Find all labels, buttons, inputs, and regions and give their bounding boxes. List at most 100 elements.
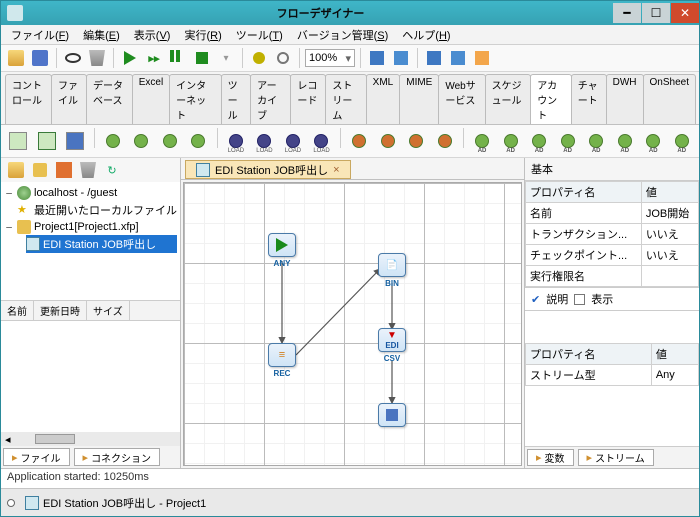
tab-7[interactable]: レコード bbox=[290, 74, 326, 124]
list-body[interactable] bbox=[1, 321, 180, 433]
palette-item[interactable]: AD bbox=[640, 128, 667, 154]
tab-12[interactable]: スケジュール bbox=[485, 74, 532, 124]
break-clear[interactable] bbox=[272, 47, 294, 69]
tab-16[interactable]: OnSheet bbox=[643, 74, 696, 124]
col-header[interactable]: サイズ bbox=[87, 301, 130, 320]
layout-e[interactable] bbox=[471, 47, 493, 69]
layout-c[interactable] bbox=[423, 47, 445, 69]
lp-tool[interactable]: ↻ bbox=[101, 159, 123, 181]
flow-canvas[interactable]: ANY 📄 BIN ≡ REC ▼EDI CSV bbox=[183, 182, 522, 466]
menu-e[interactable]: 編集(E) bbox=[77, 26, 126, 44]
palette-item[interactable] bbox=[157, 128, 184, 154]
menu-t[interactable]: ツール(T) bbox=[230, 26, 289, 44]
layout-b[interactable] bbox=[390, 47, 412, 69]
tab-8[interactable]: ストリーム bbox=[325, 74, 366, 124]
stop-button[interactable] bbox=[191, 47, 213, 69]
maximize-button[interactable]: ☐ bbox=[642, 3, 670, 23]
palette-item[interactable] bbox=[374, 128, 401, 154]
palette-button[interactable] bbox=[86, 47, 108, 69]
palette-item[interactable]: AD bbox=[469, 128, 496, 154]
prop-row[interactable]: トランザクション...いいえ bbox=[526, 224, 699, 245]
palette-item[interactable]: AD bbox=[669, 128, 696, 154]
palette-item[interactable]: LOAD bbox=[223, 128, 250, 154]
tab-4[interactable]: インターネット bbox=[169, 74, 222, 124]
run-button[interactable] bbox=[119, 47, 141, 69]
tab-13[interactable]: アカウント bbox=[530, 74, 572, 124]
dropdown-button[interactable]: ▾ bbox=[215, 47, 237, 69]
palette-item[interactable]: AD bbox=[611, 128, 638, 154]
tab-2[interactable]: データベース bbox=[86, 74, 133, 124]
palette-item[interactable] bbox=[62, 128, 89, 154]
properties-table[interactable]: プロパティ名値 名前JOB開始トランザクション...いいえチェックポイント...… bbox=[525, 181, 699, 287]
prop-row[interactable]: 実行権限名 bbox=[526, 266, 699, 287]
layout-d[interactable] bbox=[447, 47, 469, 69]
palette-item[interactable] bbox=[128, 128, 155, 154]
menu-h[interactable]: ヘルプ(H) bbox=[396, 26, 456, 44]
show-checkbox[interactable] bbox=[574, 294, 585, 305]
tab-1[interactable]: ファイル bbox=[51, 74, 87, 124]
lp-tool[interactable] bbox=[53, 159, 75, 181]
view-button[interactable] bbox=[62, 47, 84, 69]
palette-item[interactable] bbox=[403, 128, 430, 154]
tab-9[interactable]: XML bbox=[366, 74, 401, 124]
tab-14[interactable]: チャート bbox=[571, 74, 607, 124]
palette-item[interactable] bbox=[34, 128, 61, 154]
palette-item[interactable] bbox=[185, 128, 212, 154]
step-button[interactable]: ▸▸ bbox=[143, 47, 165, 69]
tab-11[interactable]: Webサービス bbox=[438, 74, 485, 124]
prop-row[interactable]: ストリーム型Any bbox=[526, 365, 699, 386]
palette-item[interactable]: AD bbox=[554, 128, 581, 154]
lp-tool[interactable] bbox=[77, 159, 99, 181]
node-edi[interactable]: ▼EDI CSV bbox=[374, 328, 410, 363]
node-end[interactable] bbox=[374, 403, 410, 427]
right-tab[interactable]: ▸変数 bbox=[527, 449, 574, 466]
canvas-tab[interactable]: EDI Station JOB呼出し × bbox=[185, 160, 351, 179]
h-scrollbar[interactable]: ◂ bbox=[1, 432, 180, 446]
layout-a[interactable] bbox=[366, 47, 388, 69]
node-start[interactable]: ANY bbox=[264, 233, 300, 268]
menu-v[interactable]: 表示(V) bbox=[128, 26, 177, 44]
tab-5[interactable]: ツール bbox=[221, 74, 252, 124]
palette-item[interactable] bbox=[431, 128, 458, 154]
col-header[interactable]: 名前 bbox=[1, 301, 34, 320]
left-tab[interactable]: ▸コネクション bbox=[74, 448, 161, 466]
lp-tool[interactable] bbox=[29, 159, 51, 181]
palette-item[interactable]: AD bbox=[497, 128, 524, 154]
zoom-combo[interactable]: 100%▾ bbox=[305, 49, 355, 67]
prop-row[interactable]: プロパティ名値 bbox=[526, 344, 699, 365]
lp-tool[interactable] bbox=[5, 159, 27, 181]
pause-button[interactable] bbox=[167, 47, 189, 69]
open-button[interactable] bbox=[5, 47, 27, 69]
minimize-button[interactable]: ━ bbox=[613, 3, 641, 23]
palette-item[interactable] bbox=[100, 128, 127, 154]
tab-6[interactable]: アーカイブ bbox=[250, 74, 291, 124]
palette-item[interactable] bbox=[346, 128, 373, 154]
close-button[interactable]: ✕ bbox=[671, 3, 699, 23]
palette-item[interactable]: LOAD bbox=[308, 128, 335, 154]
tab-3[interactable]: Excel bbox=[132, 74, 170, 124]
menu-f[interactable]: ファイル(F) bbox=[5, 26, 75, 44]
node-bin[interactable]: 📄 BIN bbox=[374, 253, 410, 288]
tree-item-selected[interactable]: EDI Station JOB呼出し bbox=[26, 235, 177, 253]
node-rec[interactable]: ≡ REC bbox=[264, 343, 300, 378]
palette-item[interactable]: AD bbox=[526, 128, 553, 154]
palette-item[interactable] bbox=[5, 128, 32, 154]
break-toggle[interactable] bbox=[248, 47, 270, 69]
menu-r[interactable]: 実行(R) bbox=[178, 26, 227, 44]
right-tab[interactable]: ▸ストリーム bbox=[578, 449, 654, 466]
palette-item[interactable]: AD bbox=[583, 128, 610, 154]
palette-item[interactable]: LOAD bbox=[251, 128, 278, 154]
save-button[interactable] bbox=[29, 47, 51, 69]
tree[interactable]: −localhost - /guest ★最近開いたローカルファイル −Proj… bbox=[1, 182, 180, 300]
tab-15[interactable]: DWH bbox=[606, 74, 644, 124]
prop-row[interactable]: 名前JOB開始 bbox=[526, 203, 699, 224]
close-tab-icon[interactable]: × bbox=[333, 164, 339, 176]
prop-row[interactable]: チェックポイント...いいえ bbox=[526, 245, 699, 266]
stream-table[interactable]: プロパティ名値ストリーム型Any bbox=[525, 343, 699, 386]
palette-item[interactable]: LOAD bbox=[280, 128, 307, 154]
left-tab[interactable]: ▸ファイル bbox=[3, 448, 70, 466]
tab-0[interactable]: コントロール bbox=[5, 74, 52, 124]
col-header[interactable]: 更新日時 bbox=[34, 301, 87, 320]
menu-s[interactable]: バージョン管理(S) bbox=[291, 26, 394, 44]
tab-10[interactable]: MIME bbox=[399, 74, 439, 124]
